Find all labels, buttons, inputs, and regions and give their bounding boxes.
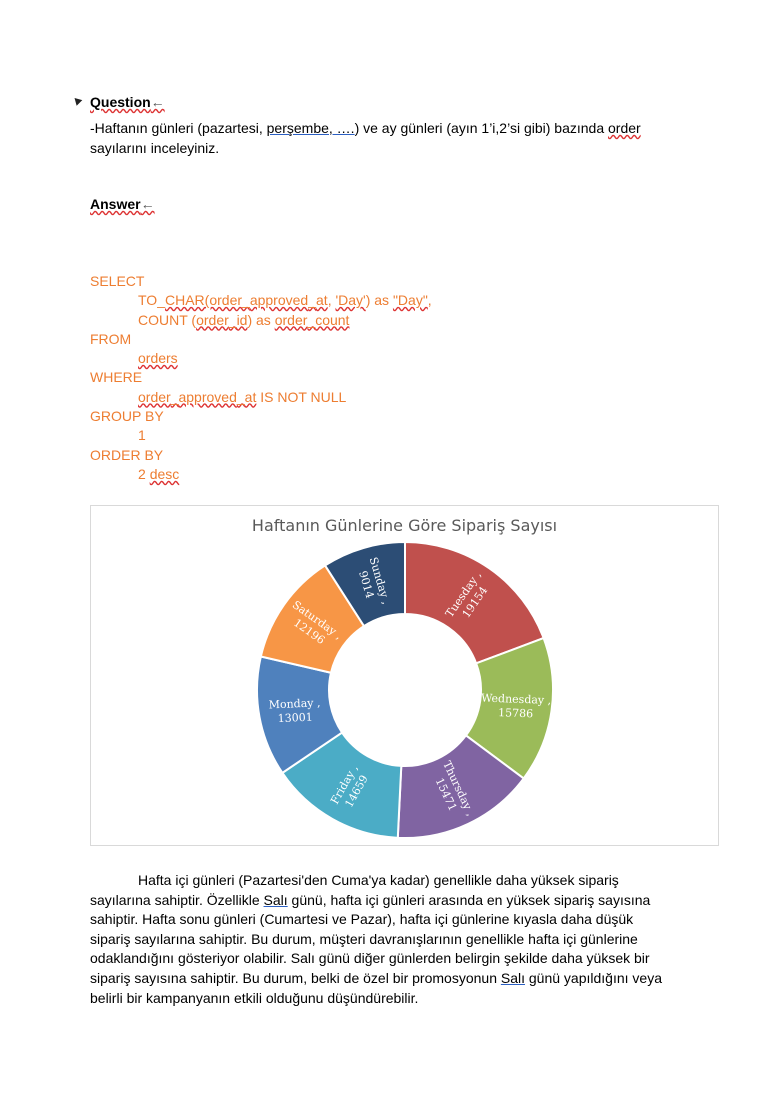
sql-from: FROM xyxy=(90,330,132,347)
sql-token: count xyxy=(315,311,350,328)
sql-token: at xyxy=(244,388,257,405)
sql-token: , xyxy=(427,292,432,309)
slice-category-label: Wednesday , xyxy=(481,692,551,707)
sql-token: order xyxy=(274,311,308,328)
sql-select-day: TO_CHAR(order_approved_at, 'Day') as "Da… xyxy=(138,292,432,309)
sql-select-count: COUNT (order_id) as order_count xyxy=(138,311,350,328)
body-paragraph: Hafta içi günleri (Pazartesi'den Cuma'ya… xyxy=(90,871,662,1008)
body-text-part: günü, hafta içi günleri arasında en yüks… xyxy=(287,891,651,908)
sql-code-block: SELECT TO_CHAR(order_approved_at, 'Day')… xyxy=(90,272,432,484)
body-line: sipariş sayılarına sahiptir. Bu durum, m… xyxy=(90,930,638,947)
sql-token: IS NOT NULL xyxy=(256,388,347,405)
body-line: sayılarına sahiptir. Özellikle Salı günü… xyxy=(90,891,662,911)
sql-group-by: GROUP BY xyxy=(90,408,164,425)
sql-token: order xyxy=(138,388,171,405)
question-text-part: ) ve ay günleri (ayın 1’i,2’si gibi) baz… xyxy=(354,120,609,136)
sql-token: at xyxy=(316,292,328,309)
body-text-link: Salı xyxy=(263,891,288,908)
body-line: sahiptir. Hafta sonu günleri (Cumartesi … xyxy=(90,911,634,928)
sql-select: SELECT xyxy=(90,273,145,289)
slice-value-label: 15786 xyxy=(498,706,533,720)
sql-group-value: 1 xyxy=(138,427,146,444)
question-text: -Haftanın günleri (pazartesi, perşembe, … xyxy=(90,119,641,158)
question-title: Question xyxy=(90,94,151,110)
sql-token: approved xyxy=(178,388,237,405)
answer-title: Answer xyxy=(90,196,141,212)
body-text-part: günü yapıldığını veya xyxy=(525,969,662,986)
sql-token: COUNT ( xyxy=(138,311,197,328)
sql-token: ) as xyxy=(365,292,393,309)
body-line: Hafta içi günleri (Pazartesi'den Cuma'ya… xyxy=(138,872,619,888)
paragraph-mark: ← xyxy=(150,94,165,110)
sql-table: orders xyxy=(90,349,432,368)
question-text-squiggle: order xyxy=(608,120,641,136)
sql-token: approved xyxy=(249,292,309,309)
sql-token: 2 xyxy=(138,465,150,482)
paragraph-mark: ← xyxy=(140,196,155,212)
sql-token: ) as xyxy=(247,311,275,328)
question-text-part: -Haftanın günleri (pazartesi, xyxy=(90,120,267,136)
donut-chart-svg: Tuesday ,19154Wednesday ,15786Thursday ,… xyxy=(256,540,554,839)
sql-token: "Day" xyxy=(392,292,428,309)
slice-category-label: Monday , xyxy=(268,696,320,711)
sql-token: CHAR(order xyxy=(165,292,243,309)
question-text-line2: sayılarını inceleyiniz. xyxy=(90,139,220,156)
sql-token: order xyxy=(196,311,229,328)
body-line: sipariş sayısına sahiptir. Bu durum, bel… xyxy=(90,969,662,989)
answer-heading: Answer← xyxy=(90,196,155,212)
collapse-triangle-icon[interactable] xyxy=(71,95,83,106)
sql-token: desc xyxy=(149,465,180,482)
body-line: odaklandığını gösteriyor olabilir. Salı … xyxy=(90,950,650,967)
slice-value-label: 13001 xyxy=(277,711,313,726)
body-line: belirli bir kampanyanın etkili olduğunu … xyxy=(90,989,419,1006)
sql-order-by: ORDER BY xyxy=(90,446,164,463)
sql-token: 'Day' xyxy=(335,292,366,309)
sql-where: WHERE xyxy=(90,369,143,386)
question-text-link: perşembe, …. xyxy=(266,120,355,136)
sql-where-clause: order_approved_at IS NOT NULL xyxy=(138,388,347,405)
body-text-part: sipariş sayısına sahiptir. Bu durum, bel… xyxy=(90,969,501,986)
body-text-part: sayılarına sahiptir. Özellikle xyxy=(90,891,264,908)
body-text-link: Salı xyxy=(500,969,525,986)
question-heading: Question← xyxy=(90,94,165,110)
sql-order-value: 2 desc xyxy=(90,465,432,484)
sql-token: TO xyxy=(138,292,158,309)
donut-chart[interactable]: Haftanın Günlerine Göre Sipariş Sayısı T… xyxy=(90,505,719,846)
sql-token: id xyxy=(236,311,248,328)
sql-token: orders xyxy=(138,350,178,367)
